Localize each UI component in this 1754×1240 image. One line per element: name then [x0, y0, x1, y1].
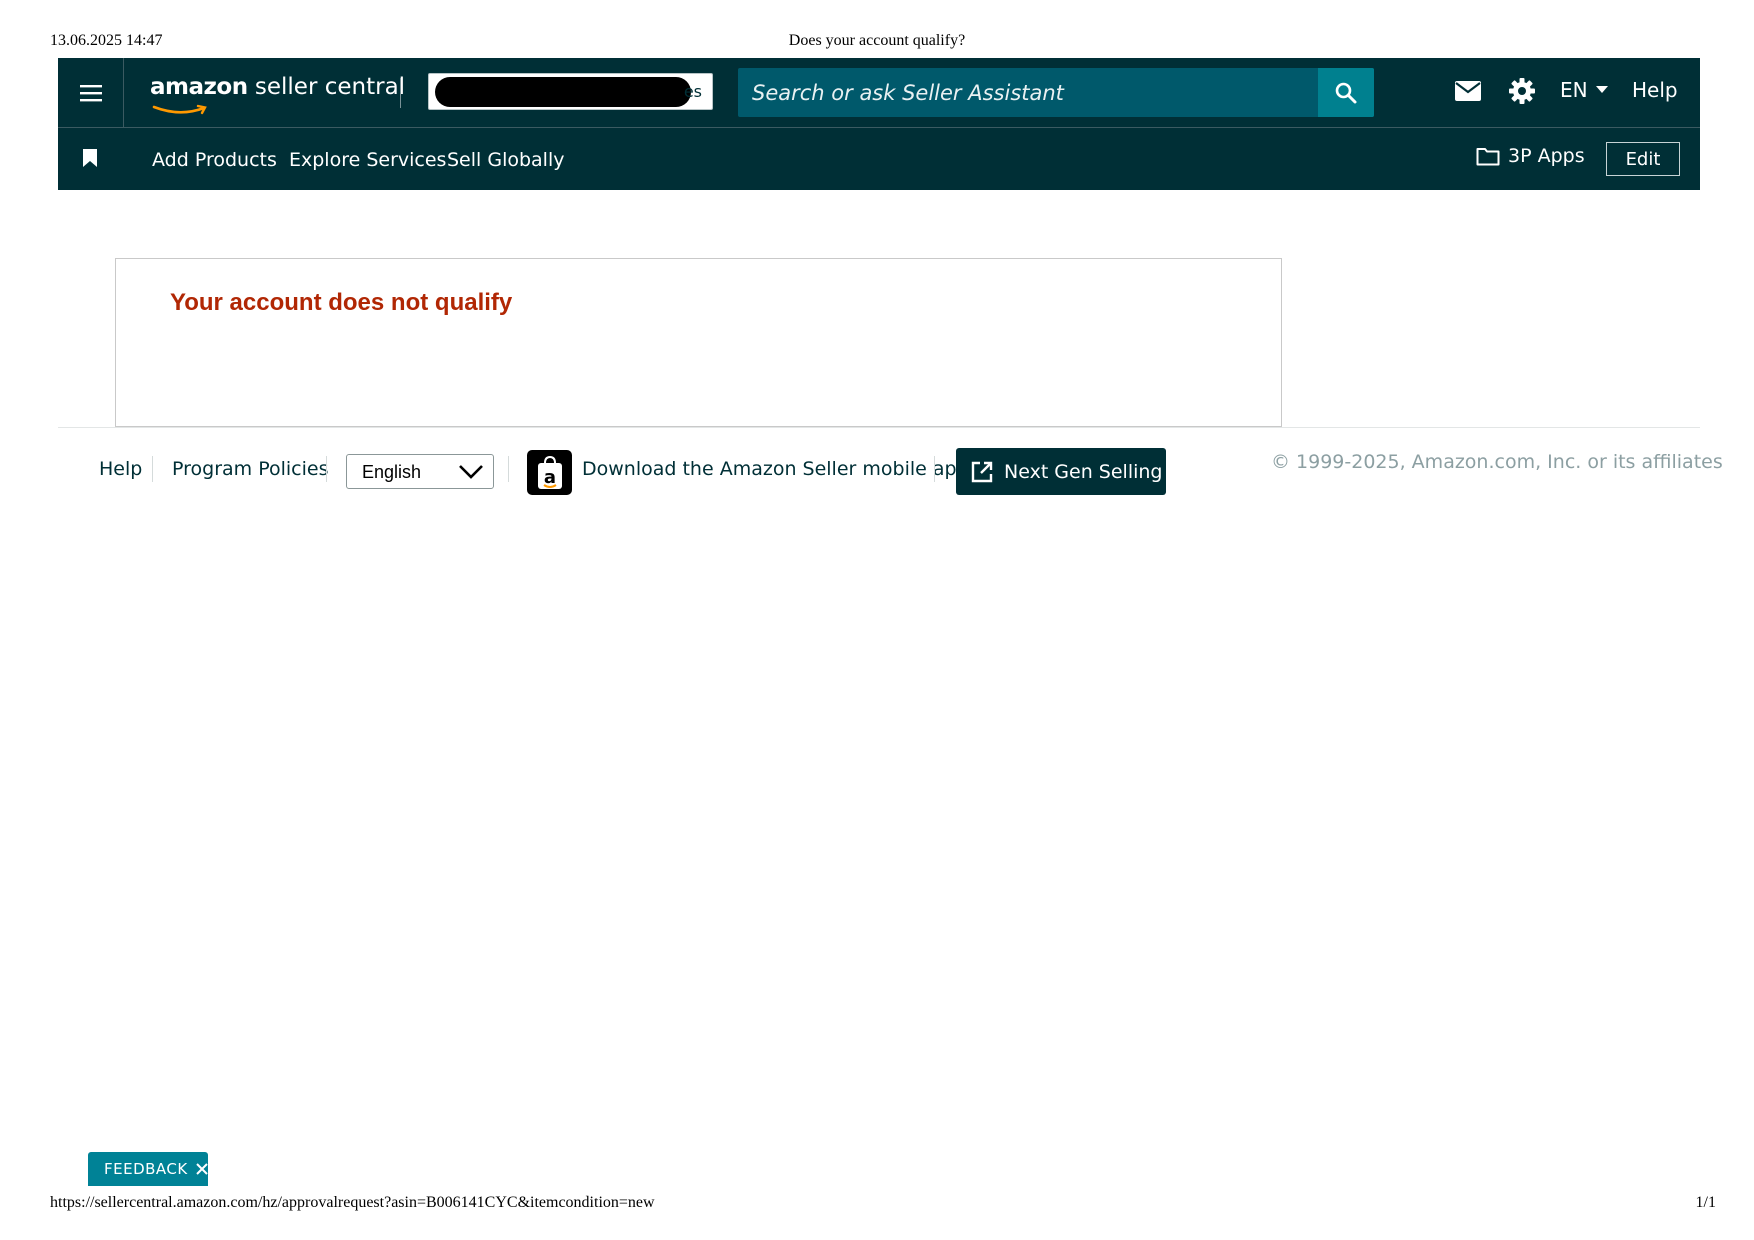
feedback-label: FEEDBACK [104, 1160, 188, 1178]
hamburger-menu-button[interactable] [58, 58, 124, 128]
next-gen-selling-button[interactable]: Next Gen Selling [956, 448, 1166, 495]
footer-separator [508, 456, 509, 482]
logo-amazon-text: amazon [150, 74, 248, 100]
bookmark-sell-globally[interactable]: Sell Globally [447, 149, 564, 171]
language-select-value: English [362, 462, 422, 482]
not-qualified-message: Your account does not qualify [170, 289, 513, 316]
caret-down-icon [1595, 86, 1608, 93]
print-document-title: Does your account qualify? [788, 32, 966, 49]
print-page-number: 1/1 [1695, 1194, 1716, 1211]
footer-separator [934, 456, 935, 482]
copyright-text: © 1999-2025, Amazon.com, Inc. or its aff… [1271, 451, 1723, 473]
bookmark-bar: Add Products Explore Services Sell Globa… [58, 128, 1700, 190]
close-icon[interactable] [196, 1163, 208, 1175]
bookmark-add-products[interactable]: Add Products [152, 149, 277, 171]
seller-assistant-search [738, 68, 1374, 117]
language-code: EN [1560, 78, 1588, 102]
folder-icon [1476, 148, 1500, 166]
account-name-suffix: es [683, 82, 702, 101]
seller-app-icon[interactable]: a [527, 450, 572, 495]
language-selector[interactable]: EN [1560, 78, 1608, 102]
top-navigation-bar: amazon seller central es Search or ask S… [58, 58, 1700, 128]
redacted-account-name [435, 77, 691, 107]
footer-help-link[interactable]: Help [99, 458, 142, 480]
bookmark-icon[interactable] [82, 148, 98, 168]
shopping-tag-icon: a [537, 455, 562, 489]
next-gen-selling-label: Next Gen Selling [1004, 460, 1163, 483]
seller-central-logo[interactable]: amazon seller central [150, 74, 406, 115]
footer-separator [326, 456, 327, 482]
search-icon [1335, 82, 1357, 103]
hamburger-icon [79, 85, 102, 102]
page-footer: Help Program Policies English a Download… [0, 446, 1754, 502]
svg-text:a: a [543, 467, 555, 488]
external-link-icon [971, 461, 993, 482]
3p-apps-label: 3P Apps [1508, 145, 1585, 167]
footer-separator [152, 456, 153, 482]
qualification-result-card: Your account does not qualify [115, 258, 1282, 427]
footer-divider [58, 427, 1700, 428]
logo-seller-central-text: seller central [247, 74, 406, 100]
logo-divider [400, 78, 401, 108]
search-input[interactable] [738, 68, 1308, 117]
search-button[interactable] [1318, 68, 1374, 117]
download-mobile-app-link[interactable]: Download the Amazon Seller mobile app [582, 458, 969, 480]
bookmark-explore-services[interactable]: Explore Services [289, 149, 446, 171]
mail-icon[interactable] [1454, 80, 1482, 102]
3p-apps-button[interactable]: 3P Apps [1476, 145, 1585, 167]
footer-language-select[interactable]: English [346, 454, 494, 489]
help-link[interactable]: Help [1632, 78, 1678, 102]
footer-program-policies-link[interactable]: Program Policies [172, 458, 328, 480]
edit-bookmarks-button[interactable]: Edit [1606, 142, 1680, 176]
account-switcher[interactable]: es [428, 73, 713, 110]
amazon-smile-icon [152, 104, 207, 115]
feedback-button[interactable]: FEEDBACK [88, 1152, 208, 1186]
gear-icon[interactable] [1508, 77, 1536, 105]
print-url: https://sellercentral.amazon.com/hz/appr… [50, 1194, 655, 1211]
chevron-down-icon [459, 465, 483, 479]
